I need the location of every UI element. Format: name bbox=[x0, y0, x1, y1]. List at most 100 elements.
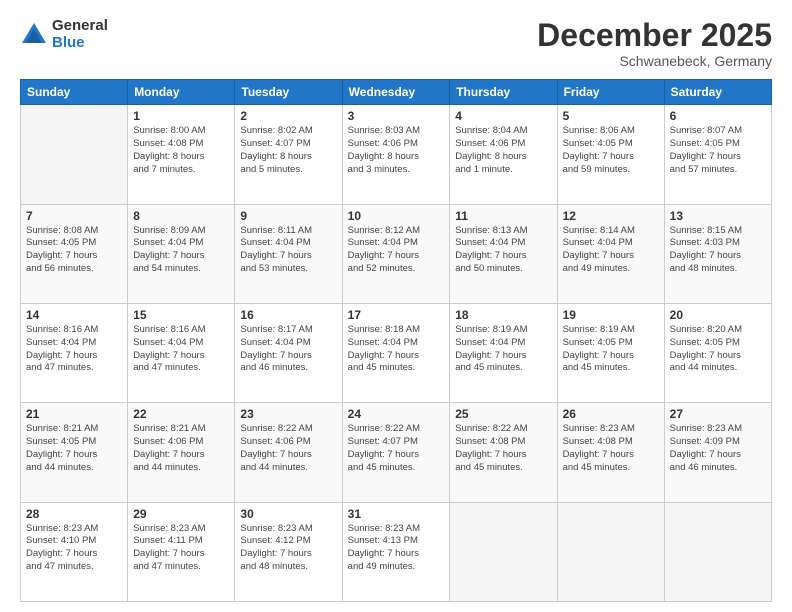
day-info: Sunrise: 8:17 AM Sunset: 4:04 PM Dayligh… bbox=[240, 324, 336, 375]
calendar-cell: 7 Sunrise: 8:08 AM Sunset: 4:05 PM Daylig… bbox=[21, 204, 128, 303]
day-info: Sunrise: 8:18 AM Sunset: 4:04 PM Dayligh… bbox=[348, 324, 445, 375]
day-info: Sunrise: 8:22 AM Sunset: 4:07 PM Dayligh… bbox=[348, 423, 445, 474]
day-info: Sunrise: 8:04 AM Sunset: 4:06 PM Dayligh… bbox=[455, 125, 551, 176]
calendar-header-saturday: Saturday bbox=[664, 80, 771, 105]
day-number: 8 bbox=[133, 209, 229, 223]
calendar-cell: 9Sunrise: 8:11 AM Sunset: 4:04 PM Daylig… bbox=[235, 204, 342, 303]
day-number: 24 bbox=[348, 407, 445, 421]
calendar-cell: 2Sunrise: 8:02 AM Sunset: 4:07 PM Daylig… bbox=[235, 105, 342, 204]
calendar-cell: 26 Sunrise: 8:23 AM Sunset: 4:08 PM Dayli… bbox=[557, 403, 664, 502]
calendar-cell: 27Sunrise: 8:23 AM Sunset: 4:09 PM Dayli… bbox=[664, 403, 771, 502]
day-number: 29 bbox=[133, 507, 229, 521]
day-number: 30 bbox=[240, 507, 336, 521]
day-number: 17 bbox=[348, 308, 445, 322]
logo-general-text: General bbox=[52, 18, 108, 35]
day-number: 7 bbox=[26, 209, 122, 223]
day-number: 22 bbox=[133, 407, 229, 421]
day-info: Sunrise: 8:22 AM Sunset: 4:08 PM Dayligh… bbox=[455, 423, 551, 474]
day-info: Sunrise: 8:20 AM Sunset: 4:05 PM Dayligh… bbox=[670, 324, 766, 375]
calendar-cell: 10Sunrise: 8:12 AM Sunset: 4:04 PM Dayli… bbox=[342, 204, 450, 303]
calendar-cell: 14Sunrise: 8:16 AM Sunset: 4:04 PM Dayli… bbox=[21, 303, 128, 402]
day-number: 11 bbox=[455, 209, 551, 223]
day-number: 19 bbox=[563, 308, 659, 322]
calendar-cell: 16Sunrise: 8:17 AM Sunset: 4:04 PM Dayli… bbox=[235, 303, 342, 402]
day-info: Sunrise: 8:11 AM Sunset: 4:04 PM Dayligh… bbox=[240, 225, 336, 276]
day-info: Sunrise: 8:19 AM Sunset: 4:04 PM Dayligh… bbox=[455, 324, 551, 375]
calendar-header-row: SundayMondayTuesdayWednesdayThursdayFrid… bbox=[21, 80, 772, 105]
day-number: 15 bbox=[133, 308, 229, 322]
month-title: December 2025 bbox=[537, 18, 772, 53]
calendar-cell: 28 Sunrise: 8:23 AM Sunset: 4:10 PM Dayli… bbox=[21, 502, 128, 601]
day-info: Sunrise: 8:07 AM Sunset: 4:05 PM Dayligh… bbox=[670, 125, 766, 176]
day-info: Sunrise: 8:15 AM Sunset: 4:03 PM Dayligh… bbox=[670, 225, 766, 276]
day-info: Sunrise: 8:23 AM Sunset: 4:10 PM Dayligh… bbox=[26, 523, 122, 574]
day-info: Sunrise: 8:21 AM Sunset: 4:06 PM Dayligh… bbox=[133, 423, 229, 474]
day-info: Sunrise: 8:19 AM Sunset: 4:05 PM Dayligh… bbox=[563, 324, 659, 375]
day-info: Sunrise: 8:16 AM Sunset: 4:04 PM Dayligh… bbox=[26, 324, 122, 375]
day-number: 26 bbox=[563, 407, 659, 421]
day-info: Sunrise: 8:03 AM Sunset: 4:06 PM Dayligh… bbox=[348, 125, 445, 176]
calendar-cell: 3 Sunrise: 8:03 AM Sunset: 4:06 PM Daylig… bbox=[342, 105, 450, 204]
calendar-cell: 21Sunrise: 8:21 AM Sunset: 4:05 PM Dayli… bbox=[21, 403, 128, 502]
calendar-cell bbox=[450, 502, 557, 601]
week-row-5: 28 Sunrise: 8:23 AM Sunset: 4:10 PM Dayli… bbox=[21, 502, 772, 601]
calendar-cell: 24 Sunrise: 8:22 AM Sunset: 4:07 PM Dayli… bbox=[342, 403, 450, 502]
day-number: 3 bbox=[348, 109, 445, 123]
calendar-cell bbox=[664, 502, 771, 601]
calendar-cell: 20 Sunrise: 8:20 AM Sunset: 4:05 PM Dayli… bbox=[664, 303, 771, 402]
location-subtitle: Schwanebeck, Germany bbox=[537, 53, 772, 69]
day-number: 28 bbox=[26, 507, 122, 521]
week-row-3: 14Sunrise: 8:16 AM Sunset: 4:04 PM Dayli… bbox=[21, 303, 772, 402]
day-info: Sunrise: 8:23 AM Sunset: 4:11 PM Dayligh… bbox=[133, 523, 229, 574]
day-number: 12 bbox=[563, 209, 659, 223]
day-info: Sunrise: 8:08 AM Sunset: 4:05 PM Dayligh… bbox=[26, 225, 122, 276]
day-info: Sunrise: 8:12 AM Sunset: 4:04 PM Dayligh… bbox=[348, 225, 445, 276]
calendar-header-monday: Monday bbox=[128, 80, 235, 105]
week-row-2: 7 Sunrise: 8:08 AM Sunset: 4:05 PM Daylig… bbox=[21, 204, 772, 303]
day-number: 23 bbox=[240, 407, 336, 421]
day-number: 13 bbox=[670, 209, 766, 223]
calendar-cell: 30 Sunrise: 8:23 AM Sunset: 4:12 PM Dayli… bbox=[235, 502, 342, 601]
calendar-cell: 12 Sunrise: 8:14 AM Sunset: 4:04 PM Dayli… bbox=[557, 204, 664, 303]
calendar-header-wednesday: Wednesday bbox=[342, 80, 450, 105]
calendar-cell: 8 Sunrise: 8:09 AM Sunset: 4:04 PM Daylig… bbox=[128, 204, 235, 303]
calendar-cell: 5 Sunrise: 8:06 AM Sunset: 4:05 PM Daylig… bbox=[557, 105, 664, 204]
day-number: 5 bbox=[563, 109, 659, 123]
day-info: Sunrise: 8:14 AM Sunset: 4:04 PM Dayligh… bbox=[563, 225, 659, 276]
day-info: Sunrise: 8:23 AM Sunset: 4:08 PM Dayligh… bbox=[563, 423, 659, 474]
calendar-cell: 23 Sunrise: 8:22 AM Sunset: 4:06 PM Dayli… bbox=[235, 403, 342, 502]
logo-blue-text: Blue bbox=[52, 35, 108, 52]
day-info: Sunrise: 8:23 AM Sunset: 4:09 PM Dayligh… bbox=[670, 423, 766, 474]
calendar-cell: 22 Sunrise: 8:21 AM Sunset: 4:06 PM Dayli… bbox=[128, 403, 235, 502]
day-number: 21 bbox=[26, 407, 122, 421]
day-info: Sunrise: 8:06 AM Sunset: 4:05 PM Dayligh… bbox=[563, 125, 659, 176]
calendar-header-thursday: Thursday bbox=[450, 80, 557, 105]
day-info: Sunrise: 8:00 AM Sunset: 4:08 PM Dayligh… bbox=[133, 125, 229, 176]
calendar-cell: 11 Sunrise: 8:13 AM Sunset: 4:04 PM Dayli… bbox=[450, 204, 557, 303]
calendar-header-friday: Friday bbox=[557, 80, 664, 105]
day-number: 6 bbox=[670, 109, 766, 123]
calendar-header-sunday: Sunday bbox=[21, 80, 128, 105]
day-info: Sunrise: 8:13 AM Sunset: 4:04 PM Dayligh… bbox=[455, 225, 551, 276]
day-info: Sunrise: 8:23 AM Sunset: 4:12 PM Dayligh… bbox=[240, 523, 336, 574]
calendar-cell: 1 Sunrise: 8:00 AM Sunset: 4:08 PM Daylig… bbox=[128, 105, 235, 204]
calendar-cell: 13 Sunrise: 8:15 AM Sunset: 4:03 PM Dayli… bbox=[664, 204, 771, 303]
day-info: Sunrise: 8:23 AM Sunset: 4:13 PM Dayligh… bbox=[348, 523, 445, 574]
calendar-cell: 29 Sunrise: 8:23 AM Sunset: 4:11 PM Dayli… bbox=[128, 502, 235, 601]
day-info: Sunrise: 8:22 AM Sunset: 4:06 PM Dayligh… bbox=[240, 423, 336, 474]
calendar-cell: 18Sunrise: 8:19 AM Sunset: 4:04 PM Dayli… bbox=[450, 303, 557, 402]
day-info: Sunrise: 8:09 AM Sunset: 4:04 PM Dayligh… bbox=[133, 225, 229, 276]
day-number: 1 bbox=[133, 109, 229, 123]
calendar-cell: 31Sunrise: 8:23 AM Sunset: 4:13 PM Dayli… bbox=[342, 502, 450, 601]
logo-text: General Blue bbox=[52, 18, 108, 51]
week-row-1: 1 Sunrise: 8:00 AM Sunset: 4:08 PM Daylig… bbox=[21, 105, 772, 204]
calendar-cell: 6 Sunrise: 8:07 AM Sunset: 4:05 PM Daylig… bbox=[664, 105, 771, 204]
calendar-cell: 17 Sunrise: 8:18 AM Sunset: 4:04 PM Dayli… bbox=[342, 303, 450, 402]
logo: General Blue bbox=[20, 18, 108, 51]
day-number: 20 bbox=[670, 308, 766, 322]
calendar-cell bbox=[557, 502, 664, 601]
calendar-cell: 19 Sunrise: 8:19 AM Sunset: 4:05 PM Dayli… bbox=[557, 303, 664, 402]
day-number: 4 bbox=[455, 109, 551, 123]
day-number: 25 bbox=[455, 407, 551, 421]
calendar-table: SundayMondayTuesdayWednesdayThursdayFrid… bbox=[20, 79, 772, 602]
